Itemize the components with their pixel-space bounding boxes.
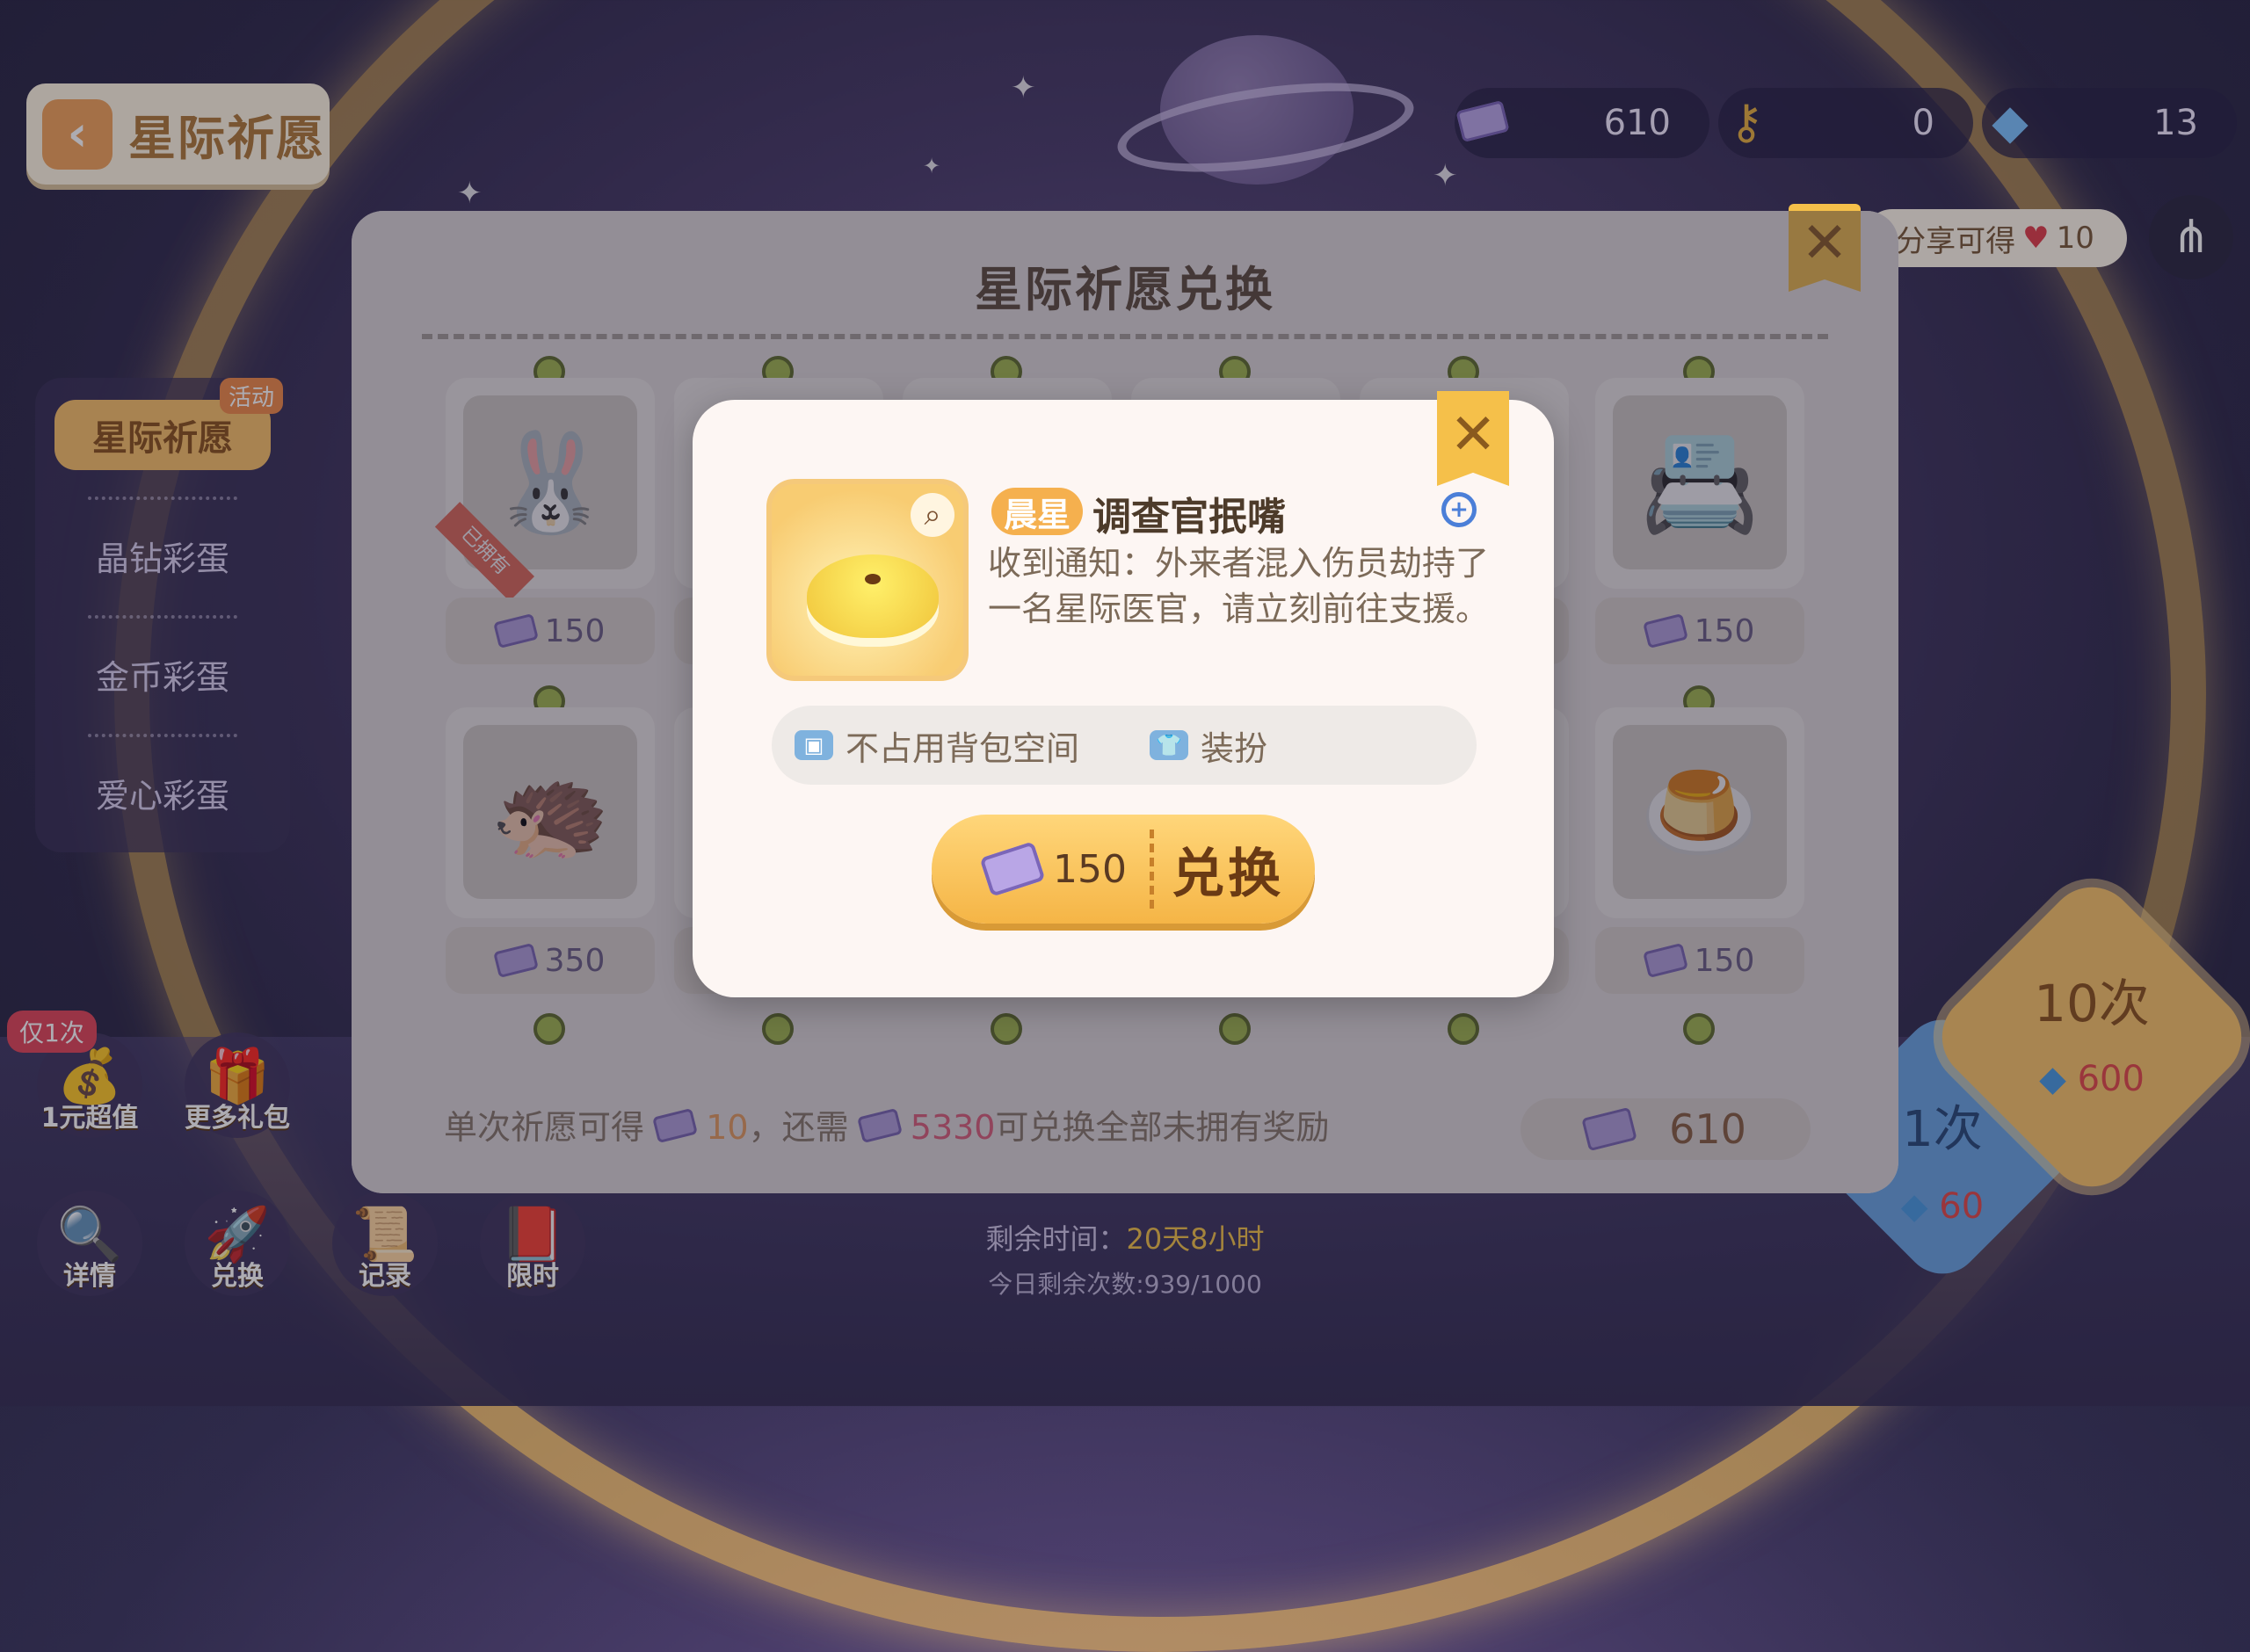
- tag-no-bag-space: ▣ 不占用背包空间: [795, 721, 1079, 770]
- pudding-item-icon: [807, 554, 939, 638]
- rarity-badge: 晨星: [991, 488, 1084, 535]
- tag-label: 不占用背包空间: [846, 728, 1080, 768]
- exchange-cost: 150: [1053, 846, 1127, 892]
- wish-ticket-icon: [979, 841, 1046, 897]
- shirt-icon: 👕: [1150, 730, 1189, 760]
- close-icon: ✕: [1449, 402, 1497, 467]
- exchange-label: 兑换: [1171, 843, 1284, 905]
- tag-label: 装扮: [1201, 728, 1268, 768]
- item-description: 收到通知：外来者混入伤员劫持了一名星际医官，请立刻前往支援。: [988, 544, 1490, 628]
- popup-close-button[interactable]: ✕: [1437, 391, 1509, 486]
- exchange-confirm-button[interactable]: 150 兑换: [932, 815, 1315, 924]
- bag-icon: ▣: [795, 730, 833, 760]
- item-type-icon: +: [1441, 492, 1477, 527]
- divider: [1149, 830, 1154, 909]
- magnifier-icon[interactable]: ⌕: [911, 493, 954, 537]
- tag-costume: 👕 装扮: [1150, 721, 1267, 770]
- item-name: 调查官抿嘴: [1092, 495, 1286, 540]
- item-tags: ▣ 不占用背包空间 👕 装扮: [772, 706, 1477, 785]
- item-preview[interactable]: ⌕: [766, 479, 969, 681]
